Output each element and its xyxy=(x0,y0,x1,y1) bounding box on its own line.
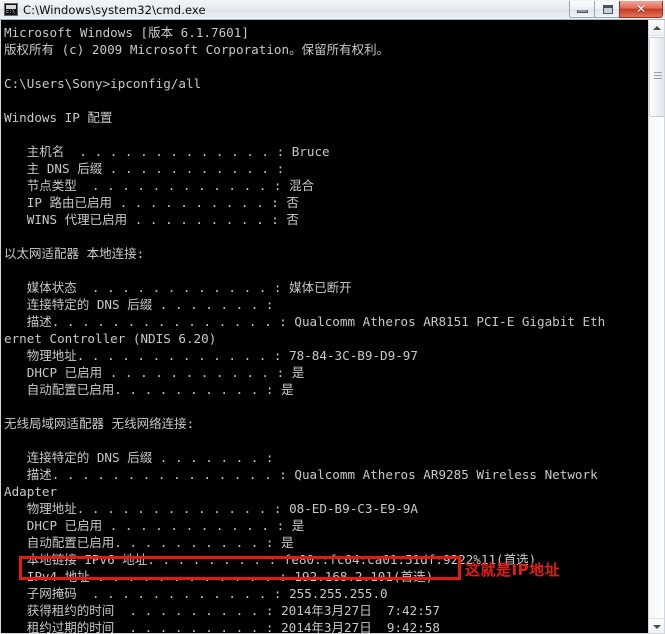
console-line: 获得租约的时间 . . . . . . . . . : 2014年3月27日 7… xyxy=(26,603,440,618)
window-controls: ✕ xyxy=(569,0,663,19)
console-line: 描述. . . . . . . . . . . . . . . : Qualco… xyxy=(26,467,598,482)
console-line: Microsoft Windows [版本 6.1.7601] xyxy=(4,25,249,40)
console-line: 主 DNS 后缀 . . . . . . . . . . . : xyxy=(26,161,285,176)
console-line: 物理地址. . . . . . . . . . . . . : 08-ED-B9… xyxy=(26,501,418,516)
console-line: ernet Controller (NDIS 6.20) xyxy=(4,331,217,346)
console-line: DHCP 已启用 . . . . . . . . . . . : 是 xyxy=(4,365,305,380)
console-line: 租约过期的时间 . . . . . . . . . : 2014年3月27日 9… xyxy=(26,620,440,634)
scroll-up-arrow-icon[interactable] xyxy=(649,20,664,36)
console-line: 物理地址. . . . . . . . . . . . . : 78-84-3C… xyxy=(26,348,418,363)
console-line: 自动配置已启用. . . . . . . . . . : 是 xyxy=(26,382,294,397)
console-line: WINS 代理已启用 . . . . . . . . . : 否 xyxy=(4,212,299,227)
close-icon: ✕ xyxy=(635,2,647,16)
console-line: DHCP 已启用 . . . . . . . . . . . : 是 xyxy=(4,518,305,533)
console-line: 描述. . . . . . . . . . . . . . . : Qualco… xyxy=(26,314,606,329)
console-line: 子网掩码 . . . . . . . . . . . . : 255.255.2… xyxy=(26,586,388,601)
minimize-icon xyxy=(577,10,588,13)
console-line: Windows IP 配置 xyxy=(4,110,113,125)
console-text: Microsoft Windows [版本 6.1.7601] 版权所有 (c) … xyxy=(1,20,651,634)
minimize-button[interactable] xyxy=(569,1,595,18)
console-line: 节点类型 . . . . . . . . . . . . : 混合 xyxy=(26,178,315,193)
window-title: C:\Windows\system32\cmd.exe xyxy=(23,2,206,17)
console-line: 自动配置已启用. . . . . . . . . . : 是 xyxy=(26,535,294,550)
console-line: 媒体状态 . . . . . . . . . . . . : 媒体已断开 xyxy=(26,280,352,295)
cmd-icon xyxy=(4,3,18,16)
console-output-area[interactable]: Microsoft Windows [版本 6.1.7601] 版权所有 (c) … xyxy=(0,20,665,634)
maximize-icon xyxy=(603,5,613,14)
vertical-scrollbar[interactable] xyxy=(648,20,664,633)
console-line: 连接特定的 DNS 后缀 . . . . . . . : xyxy=(26,297,274,312)
console-line: 版权所有 (c) 2009 Microsoft Corporation。保留所有… xyxy=(4,42,390,57)
console-line: 无线局域网适配器 无线网络连接: xyxy=(4,416,195,431)
console-line: C:\Users\Sony>ipconfig/all xyxy=(4,76,202,91)
maximize-button[interactable] xyxy=(594,1,620,18)
ipv4-annotation-label: 这就是IP地址 xyxy=(465,561,561,579)
cmd-window: C:\Windows\system32\cmd.exe ✕ Microsoft … xyxy=(0,0,665,634)
close-button[interactable]: ✕ xyxy=(619,1,663,18)
console-line: 主机名 . . . . . . . . . . . . . : Bruce xyxy=(26,144,330,159)
scrollbar-thumb[interactable] xyxy=(649,37,664,117)
console-line: Adapter xyxy=(4,484,58,499)
console-line: 以太网适配器 本地连接: xyxy=(4,246,145,261)
title-bar[interactable]: C:\Windows\system32\cmd.exe ✕ xyxy=(0,0,665,20)
console-line: IP 路由已启用 . . . . . . . . . . : 否 xyxy=(4,195,299,210)
console-line: 连接特定的 DNS 后缀 . . . . . . . : xyxy=(26,450,274,465)
scroll-down-arrow-icon[interactable] xyxy=(649,618,664,633)
